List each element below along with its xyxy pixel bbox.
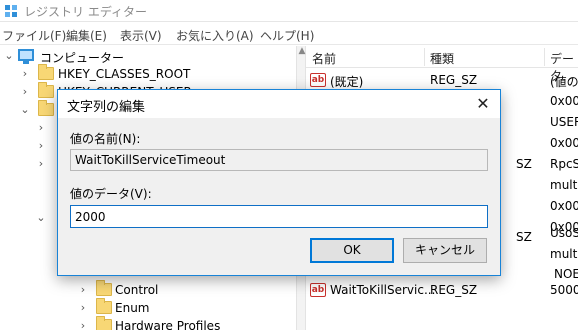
window-title: レジストリ エディター: [24, 5, 147, 19]
computer-icon: [18, 49, 34, 64]
value-name-label: 値の名前(N):: [70, 132, 141, 146]
folder-icon: [96, 280, 112, 296]
chevron-right-icon[interactable]: ›: [78, 301, 88, 314]
value-type: REG_SZ: [430, 283, 478, 297]
tree-item-computer[interactable]: ⌄ コンピューター: [0, 47, 296, 65]
value-data: NOE: [554, 267, 578, 281]
chevron-down-icon[interactable]: ⌄: [4, 49, 14, 62]
value-data: 0x000: [550, 199, 578, 213]
chevron-right-icon[interactable]: ›: [78, 319, 88, 330]
chevron-right-icon[interactable]: ›: [36, 121, 46, 134]
dialog-titlebar[interactable]: 文字列の編集 ✕: [58, 90, 500, 118]
column-divider[interactable]: [424, 48, 425, 66]
value-name-field: WaitToKillServiceTimeout: [70, 149, 488, 171]
menu-edit[interactable]: 編集(E): [66, 27, 107, 44]
chevron-right-icon[interactable]: ›: [36, 139, 46, 152]
close-icon[interactable]: ✕: [470, 92, 496, 116]
column-divider[interactable]: [544, 48, 545, 66]
cancel-button[interactable]: キャンセル: [403, 238, 487, 263]
chevron-right-icon[interactable]: ›: [20, 67, 30, 80]
string-value-icon: ab: [310, 283, 326, 297]
value-data: multi: [550, 247, 578, 261]
folder-icon: [38, 64, 54, 80]
menu-favorites[interactable]: お気に入り(A): [176, 27, 254, 44]
value-data: multi: [550, 178, 578, 192]
value-data-label: 値のデータ(V):: [70, 187, 152, 201]
edit-string-dialog: 文字列の編集 ✕ 値の名前(N): WaitToKillServiceTimeo…: [57, 89, 501, 276]
registry-editor-icon: [5, 5, 17, 17]
menu-view[interactable]: 表示(V): [120, 27, 162, 44]
chevron-down-icon[interactable]: ⌄: [20, 103, 30, 116]
value-data: 5000: [550, 283, 578, 297]
value-data: UsoS: [550, 226, 578, 240]
value-type: SZ: [516, 157, 532, 171]
string-value-icon: ab: [310, 73, 326, 87]
folder-icon: [38, 100, 54, 116]
tree-item-label: Hardware Profiles: [115, 319, 221, 330]
menu-help[interactable]: ヘルプ(H): [260, 27, 314, 44]
chevron-right-icon[interactable]: ›: [20, 85, 30, 98]
dialog-title: 文字列の編集: [67, 100, 146, 115]
tree-item-label: Control: [115, 283, 159, 297]
ok-button[interactable]: OK: [310, 238, 394, 263]
window-titlebar: レジストリ エディター: [0, 0, 578, 22]
tree-item-label: Enum: [115, 301, 150, 315]
tree-item-label: コンピューター: [40, 51, 125, 65]
value-type: REG_SZ: [430, 73, 478, 87]
tree-item-hardware-profiles[interactable]: › Hardware Profiles: [0, 316, 296, 330]
value-name: (既定): [330, 75, 364, 89]
chevron-right-icon[interactable]: ›: [78, 283, 88, 296]
chevron-right-icon[interactable]: ›: [36, 157, 46, 170]
list-header: 名前 種類 データ: [306, 46, 578, 83]
list-item[interactable]: ab WaitToKillServic... REG_SZ 5000: [306, 280, 578, 300]
folder-icon: [96, 298, 112, 314]
scroll-up-icon[interactable]: ▲: [298, 46, 306, 56]
tree-item-label: HKEY_CLASSES_ROOT: [58, 67, 191, 81]
menu-bar: ファイル(F) 編集(E) 表示(V) お気に入り(A) ヘルプ(H): [0, 23, 578, 45]
tree-item-hkcr[interactable]: › HKEY_CLASSES_ROOT: [0, 64, 296, 83]
chevron-down-icon[interactable]: ⌄: [36, 211, 46, 224]
tree-item-control[interactable]: › Control: [0, 280, 296, 299]
value-data: 0x000: [550, 94, 578, 108]
column-header-type[interactable]: 種類: [430, 50, 454, 67]
folder-icon: [96, 316, 112, 330]
tree-item-enum[interactable]: › Enum: [0, 298, 296, 317]
value-data: 0x000: [550, 136, 578, 150]
value-data-input[interactable]: [70, 205, 488, 228]
folder-icon: [38, 82, 54, 98]
value-data: USER: [550, 115, 578, 129]
list-item[interactable]: ab (既定) REG_SZ (値の: [306, 70, 578, 90]
menu-file[interactable]: ファイル(F): [2, 27, 66, 44]
value-name: WaitToKillServic...: [330, 283, 436, 297]
value-data: RpcS: [550, 157, 578, 171]
column-header-name[interactable]: 名前: [312, 50, 336, 67]
value-data: (値の: [550, 75, 578, 89]
